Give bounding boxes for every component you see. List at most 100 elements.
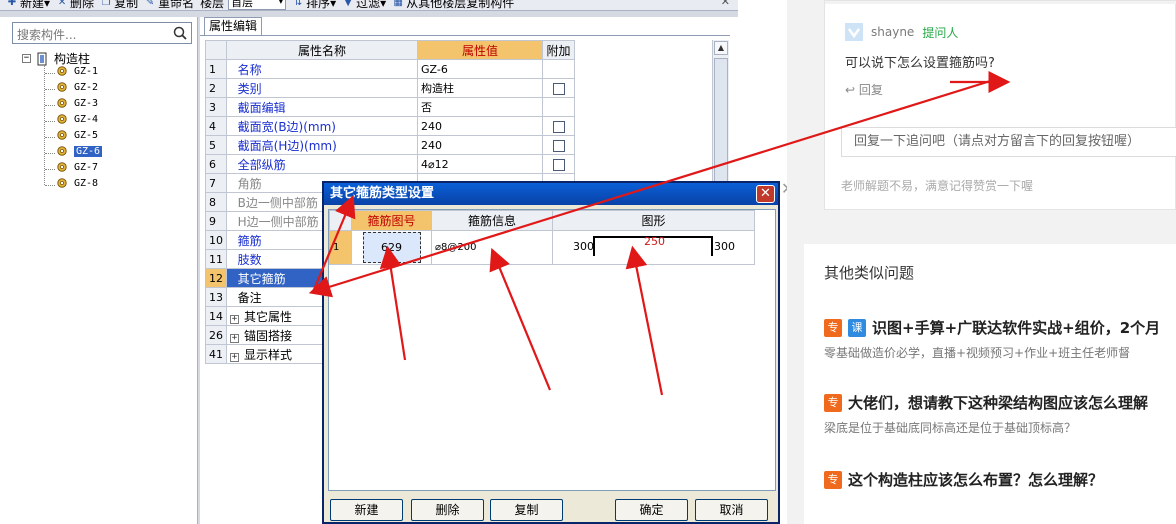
property-name-cell[interactable]: 截面宽(B边)(mm) xyxy=(226,116,418,136)
stirrup-row[interactable]: 1 629 ⌀8@200 300 250 300 xyxy=(329,230,755,265)
reply-link[interactable]: ↩ 回复 xyxy=(845,81,883,98)
asker-name[interactable]: shayne xyxy=(871,25,914,39)
col-header-info: 箍筋信息 xyxy=(431,210,553,231)
qa-web-panel: shayne 提问人 可以说下怎么设置箍筋吗? ↩ 回复 回复一下追问吧（请点对… xyxy=(787,0,1176,524)
sort-icon: ⇅ xyxy=(293,0,303,8)
tree-item-label: GZ-6 xyxy=(74,145,103,157)
attach-checkbox[interactable] xyxy=(552,139,565,152)
property-row[interactable]: 2 类别 构造柱 xyxy=(205,78,575,98)
collapse-icon[interactable]: − xyxy=(22,54,31,63)
stirrup-code-cell[interactable]: 629 xyxy=(351,230,432,265)
property-value-cell[interactable]: 构造柱 xyxy=(417,78,543,98)
dialog-title: 其它箍筋类型设置 xyxy=(324,183,778,205)
dialog-close-button[interactable]: ✕ xyxy=(756,185,775,203)
property-name-cell[interactable]: 类别 xyxy=(226,78,418,98)
toolbar-close-icon[interactable]: ✕ xyxy=(721,0,730,8)
similar-item-title[interactable]: 识图+手算+广联达软件实战+组价，2个月 xyxy=(872,317,1160,338)
row-index: 11 xyxy=(205,249,227,269)
sort-button[interactable]: ⇅ 排序 ▾ xyxy=(292,0,336,11)
stirrup-info-cell[interactable]: ⌀8@200 xyxy=(431,230,553,265)
row-index: 10 xyxy=(205,230,227,250)
rename-button[interactable]: ✎ 重命名 xyxy=(144,0,194,11)
tree-item-label: GZ-1 xyxy=(74,65,99,77)
property-row[interactable]: 6 全部纵筋 4⌀12 xyxy=(205,154,575,174)
property-value-cell[interactable]: 否 xyxy=(417,97,543,117)
property-value-cell[interactable]: 4⌀12 xyxy=(417,154,543,174)
property-name-cell[interactable]: 全部纵筋 xyxy=(226,154,418,174)
floor-select[interactable]: 首层 xyxy=(228,0,287,10)
filter-icon: ▼ xyxy=(344,0,352,8)
property-row[interactable]: 3 截面编辑 否 xyxy=(205,97,575,117)
attach-checkbox[interactable] xyxy=(552,82,565,95)
property-extra-cell xyxy=(542,154,575,174)
similar-item[interactable]: 专 这个构造柱应该怎么布置？怎么理解？ xyxy=(824,469,1103,490)
attach-checkbox[interactable] xyxy=(552,158,565,171)
dialog-cancel-button[interactable]: 取消 xyxy=(695,499,768,521)
similar-item-title[interactable]: 大佬们，想请教下这种梁结构图应该怎么理解 xyxy=(848,392,1148,413)
component-tree-pane: 搜索构件... − 构造柱 GZ-1 GZ-2 GZ-3 GZ-4 GZ-5 GZ-6 GZ… xyxy=(0,17,198,524)
stirrup-code[interactable]: 629 xyxy=(362,232,421,263)
similar-item-summary: 梁底是位于基础底同标高还是位于基础顶标高？ xyxy=(824,421,1077,435)
expand-icon[interactable]: + xyxy=(230,352,239,362)
property-name: 箍筋 xyxy=(237,233,262,248)
new-button[interactable]: ✚ 新建 ▾ xyxy=(6,0,50,11)
tree-search-input[interactable]: 搜索构件... xyxy=(12,22,192,44)
expand-icon[interactable]: + xyxy=(230,333,239,343)
similar-item-title[interactable]: 这个构造柱应该怎么布置？怎么理解？ xyxy=(848,469,1103,490)
tree-item[interactable]: GZ-7 xyxy=(56,161,98,173)
shape-mid-dim[interactable]: 250 xyxy=(644,235,665,248)
avatar[interactable] xyxy=(845,23,863,41)
property-name: 名称 xyxy=(237,62,262,77)
row-index: 7 xyxy=(205,173,227,193)
tab-property-edit[interactable]: 属性编辑 xyxy=(204,17,262,35)
zhuan-badge: 专 xyxy=(824,318,842,337)
property-name-cell[interactable]: 截面高(H边)(mm) xyxy=(226,135,418,155)
delete-button[interactable]: ✕ 删除 xyxy=(56,0,94,11)
similar-item[interactable]: 专 大佬们，想请教下这种梁结构图应该怎么理解 梁底是位于基础底同标高还是位于基础… xyxy=(824,392,1148,436)
property-name-cell[interactable]: 截面编辑 xyxy=(226,97,418,117)
tree-item[interactable]: GZ-4 xyxy=(56,113,98,125)
tree-item[interactable]: GZ-8 xyxy=(56,177,98,189)
dialog-delete-button[interactable]: 删除 xyxy=(411,499,484,521)
appreciation-tip: 老师解题不易，满意记得赞赏一下喔 xyxy=(841,179,1034,193)
copy-button[interactable]: ❐ 复制 xyxy=(100,0,139,11)
property-row[interactable]: 4 截面宽(B边)(mm) 240 xyxy=(205,116,575,136)
property-row[interactable]: 1 名称 GZ-6 xyxy=(205,59,575,79)
row-index: 1 xyxy=(205,59,227,79)
col-header-name: 属性名称 xyxy=(226,40,418,60)
property-value-cell[interactable]: 240 xyxy=(417,135,543,155)
copy-label: 复制 xyxy=(114,0,139,10)
row-index: 3 xyxy=(205,97,227,117)
tree-item[interactable]: GZ-6 xyxy=(56,145,103,157)
expand-icon[interactable]: + xyxy=(230,314,239,324)
question-text: 可以说下怎么设置箍筋吗? xyxy=(845,56,995,71)
tree-item[interactable]: GZ-1 xyxy=(56,65,98,77)
search-icon[interactable] xyxy=(172,25,188,41)
tree-item[interactable]: GZ-3 xyxy=(56,97,98,109)
property-value-cell[interactable]: GZ-6 xyxy=(417,59,543,79)
tree-item[interactable]: GZ-5 xyxy=(56,129,98,141)
property-row[interactable]: 5 截面高(H边)(mm) 240 xyxy=(205,135,575,155)
similar-item[interactable]: 专 课 识图+手算+广联达软件实战+组价，2个月 零基础做造价必学，直播+视频预… xyxy=(824,317,1160,361)
property-name-cell[interactable]: 名称 xyxy=(226,59,418,79)
stirrup-shape-cell[interactable]: 300 250 300 xyxy=(552,230,755,265)
dialog-new-button[interactable]: 新建 xyxy=(330,499,403,521)
dialog-copy-button[interactable]: 复制 xyxy=(490,499,563,521)
reply-input[interactable]: 回复一下追问吧（请点对方留言下的回复按钮喔） xyxy=(841,127,1176,157)
property-extra-cell xyxy=(542,135,575,155)
attach-checkbox[interactable] xyxy=(552,120,565,133)
sort-label: 排序 xyxy=(306,0,331,10)
property-value-cell[interactable]: 240 xyxy=(417,116,543,136)
dialog-ok-button[interactable]: 确定 xyxy=(615,499,688,521)
tree-item[interactable]: GZ-2 xyxy=(56,81,98,93)
property-name: 备注 xyxy=(237,290,262,305)
filter-button[interactable]: ▼ 过滤 ▾ xyxy=(342,0,386,11)
scroll-up-icon[interactable]: ▲ xyxy=(714,41,728,55)
property-name: B边一侧中部筋 xyxy=(237,195,318,210)
copy-icon: ❐ xyxy=(101,0,111,8)
stirrup-type-dialog: 其它箍筋类型设置 ✕ 箍筋图号 箍筋信息 图形 1 629 ⌀8@200 300… xyxy=(322,181,780,524)
column-group-icon xyxy=(37,52,47,65)
copy-from-floor-button[interactable]: ▦ 从其他楼层复制构件 xyxy=(392,0,514,11)
tree-guide-line xyxy=(45,89,55,90)
row-index: 13 xyxy=(205,287,227,307)
